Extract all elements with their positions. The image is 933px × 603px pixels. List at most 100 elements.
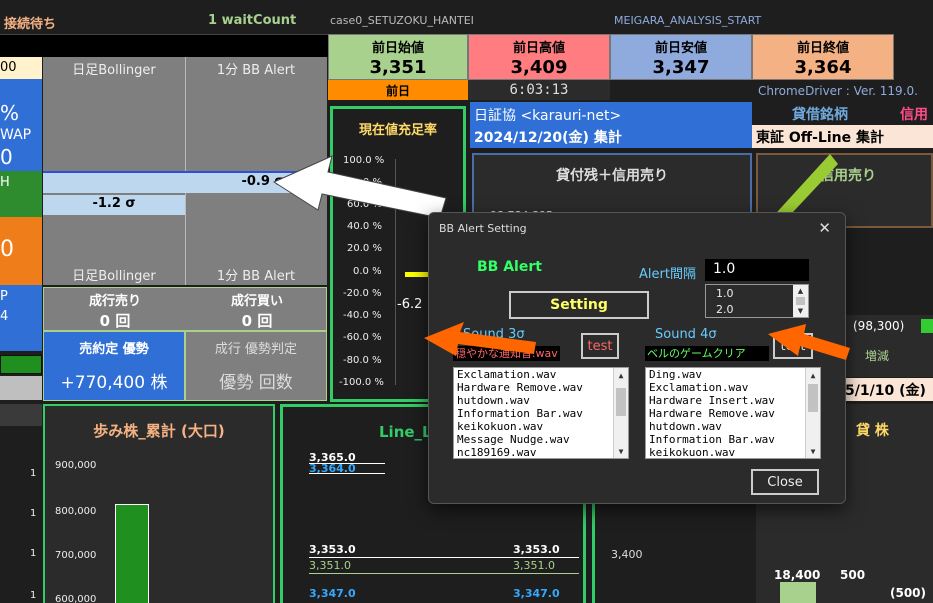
left-p: P — [0, 289, 8, 304]
sound4-item-0[interactable]: Ding.wav — [646, 368, 820, 381]
line-v-3353-left: 3,353.0 — [309, 543, 356, 556]
left-green-block: H — [0, 171, 42, 217]
judge-panel: 成行 優勢判定 優勢 回数 — [185, 331, 327, 401]
minute-bb-label-bottom: 1分 BB Alert — [216, 269, 296, 284]
sound3-item-1[interactable]: Hardware Remove.wav — [454, 381, 628, 394]
left-blue-block: % WAP 0 — [0, 79, 42, 171]
nissho-title-bar: 日証協 <karauri-net> — [470, 102, 752, 125]
prev-low-box: 前日安値 3,347 — [610, 34, 752, 80]
prev-close-value: 3,364 — [794, 57, 852, 78]
prev-day-label: 前日 — [328, 80, 468, 100]
fill-tick-7: -40.0 % — [343, 310, 382, 321]
contract-value: +770,400 株 — [60, 373, 168, 393]
nissho-date-bar: 2024/12/20(金) 集計 — [470, 125, 752, 148]
interval-option-0[interactable]: 1.0 — [716, 287, 734, 300]
interval-scrollbar[interactable]: ▲ ▼ — [793, 285, 808, 317]
left-h: H — [0, 175, 10, 190]
sound3-item-2[interactable]: hutdown.wav — [454, 394, 628, 407]
case-label: case0_SETUZOKU_HANTEI — [330, 14, 474, 27]
sound4-listbox[interactable]: Ding.wav Exclamation.wav Hardware Insert… — [645, 367, 821, 459]
prev-extra-box — [894, 34, 933, 80]
fill-zero-bar — [405, 272, 429, 277]
daily-bollinger-label-top: 日足Bollinger — [72, 63, 156, 78]
date-partial: 5/1/10 (金) — [845, 383, 926, 399]
interval-down-icon[interactable]: ▼ — [793, 305, 808, 317]
daily-bollinger-label-bottom: 日足Bollinger — [72, 269, 156, 284]
prev-close-label: 前日終値 — [796, 41, 849, 56]
side-tick-3: 1 — [30, 590, 37, 601]
nissho-date: 2024/12/20(金) 集計 — [474, 130, 622, 146]
market-sell-value: 0 回 — [99, 312, 131, 330]
sound4-item-4[interactable]: hutdown.wav — [646, 420, 820, 433]
sound3-item-5[interactable]: Message Nudge.wav — [454, 433, 628, 446]
sound4-item-3[interactable]: Hardware Remove.wav — [646, 407, 820, 420]
sound4-item-2[interactable]: Hardware Insert.wav — [646, 394, 820, 407]
nissho-title: 日証協 <karauri-net> — [474, 108, 622, 124]
white-arrow-icon — [272, 155, 447, 219]
sound3-item-6[interactable]: nc189169.wav — [454, 446, 628, 458]
sound4-selected: ベルのゲームクリア — [645, 346, 769, 361]
side-tick-1: 1 — [30, 508, 37, 519]
alert-interval-value[interactable]: 1.0 — [705, 259, 809, 281]
sound3-scroll-up-icon[interactable]: ▲ — [614, 368, 628, 382]
sound4-scroll-down-icon[interactable]: ▼ — [806, 444, 820, 458]
orange-arrow-left-icon — [424, 322, 536, 356]
left-top-text: 00 — [0, 60, 17, 75]
sound3-scroll-down-icon[interactable]: ▼ — [614, 444, 628, 458]
sigma-minus12-text: -1.2 σ — [92, 196, 136, 211]
fill-tick-4: 20.0 % — [347, 243, 382, 254]
prev-high-value: 3,409 — [510, 57, 568, 78]
sound3-listbox[interactable]: Exclamation.wav Hardware Remove.wav hutd… — [453, 367, 629, 459]
interval-spinner[interactable]: 1.0 2.0 ▲ ▼ — [705, 284, 809, 318]
right-mid-panel: (98,300) 増減 — [845, 315, 933, 377]
judge-label: 成行 優勢判定 — [214, 342, 298, 357]
market-sell-label: 成行売り — [88, 294, 141, 309]
sound3-item-3[interactable]: Information Bar.wav — [454, 407, 628, 420]
prev-close-box: 前日終値 3,364 — [752, 34, 894, 80]
line-title: Line_L — [379, 423, 432, 441]
shinyou-label: 信用 — [900, 107, 928, 123]
line-v-3351-left: 3,351.0 — [309, 559, 351, 572]
sound4-label: Sound 4σ — [655, 327, 717, 342]
top-black-strip — [0, 34, 328, 57]
line-rule-2 — [309, 473, 385, 474]
sound4-item-5[interactable]: Information Bar.wav — [646, 433, 820, 446]
sound4-item-1[interactable]: Exclamation.wav — [646, 381, 820, 394]
interval-option-1[interactable]: 2.0 — [716, 303, 734, 316]
left-dark-bar — [0, 404, 42, 426]
ayumi-title: 歩み株_累計 (大口) — [93, 422, 225, 440]
interval-thumb[interactable] — [796, 297, 805, 305]
prev-high-box: 前日高値 3,409 — [468, 34, 610, 80]
value-3400: 3,400 — [611, 548, 643, 561]
zougen-label: 増減 — [865, 349, 890, 363]
left-blue-block-2: P 4 — [0, 285, 42, 351]
connection-status: 接続待ち — [4, 17, 57, 32]
left-top-value: 00 — [0, 57, 42, 79]
sound4-scroll-thumb[interactable] — [808, 384, 818, 412]
sound3-item-4[interactable]: keikokuon.wav — [454, 420, 628, 433]
sound3-scroll-thumb[interactable] — [616, 388, 626, 416]
interval-up-icon[interactable]: ▲ — [793, 285, 808, 297]
setting-button[interactable]: Setting — [509, 291, 649, 319]
left-green-bar — [0, 355, 42, 374]
dialog-close-button[interactable]: Close — [751, 469, 819, 495]
market-buy-value: 0 回 — [241, 312, 273, 330]
line-v-3353-right: 3,353.0 — [513, 543, 560, 556]
bottom-left-strip: 1 1 1 1 — [0, 426, 42, 603]
line-v-3347-left: 3,347.0 — [309, 587, 356, 600]
sound4-item-6[interactable]: keikokuon.wav — [646, 446, 820, 458]
prev-high-label: 前日高値 — [512, 41, 565, 56]
sound4-scroll-up-icon[interactable]: ▲ — [806, 368, 820, 382]
sound3-test-button[interactable]: test — [581, 333, 619, 359]
sound3-item-0[interactable]: Exclamation.wav — [454, 368, 628, 381]
sound3-scrollbar[interactable]: ▲ ▼ — [613, 368, 628, 458]
dialog-close-icon[interactable]: ✕ — [818, 219, 831, 237]
kashikabu-title: 貸 株 — [856, 423, 889, 439]
alert-interval-label: Alert間隔 — [639, 267, 696, 282]
wait-count: 1 waitCount — [208, 13, 297, 28]
sound4-scrollbar[interactable]: ▲ ▼ — [805, 368, 820, 458]
ayumi-tick-3: 600,000 — [55, 594, 97, 603]
left-pct: % — [0, 101, 20, 125]
fill-tick-6: -20.0 % — [343, 288, 382, 299]
left-orange-block: 0 — [0, 217, 42, 285]
